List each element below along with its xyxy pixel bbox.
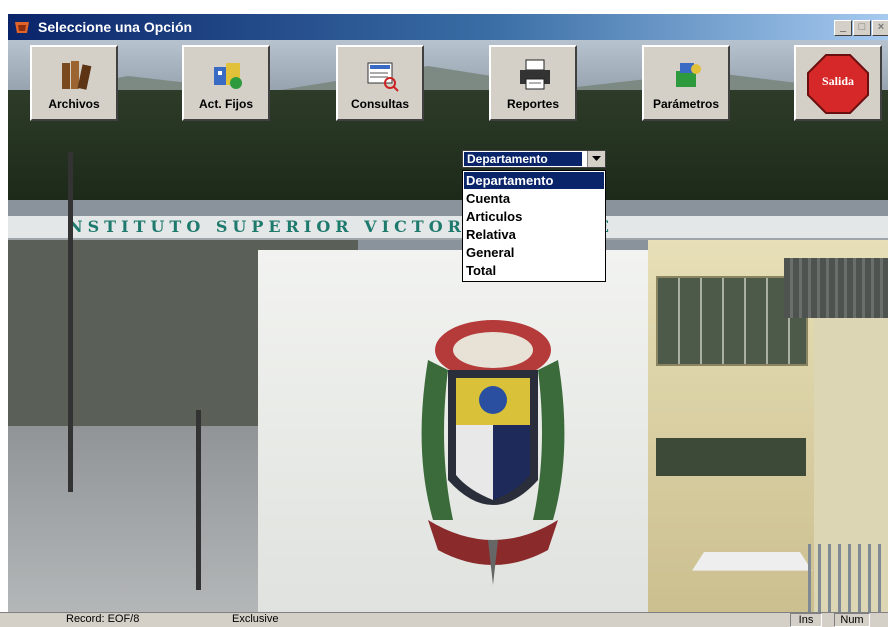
option-total[interactable]: Total [464, 262, 604, 279]
consultas-label: Consultas [350, 97, 409, 111]
main-window: Seleccione una Opción _ □ × NSTITUTO SUP… [8, 14, 888, 614]
parametros-label: Parámetros [652, 97, 720, 111]
record-status: Record: EOF/8 [66, 613, 140, 625]
option-cuenta[interactable]: Cuenta [464, 190, 604, 207]
school-banner: NSTITUTO SUPERIOR VICTORIA VA LIVE [8, 216, 888, 240]
status-bar: Record: EOF/8 Exclusive Ins Num [0, 612, 888, 627]
report-type-select[interactable]: Departamento [462, 150, 606, 168]
parameters-icon [676, 63, 701, 87]
background-photo: NSTITUTO SUPERIOR VICTORIA VA LIVE [8, 40, 888, 614]
archivos-label: Archivos [48, 97, 100, 111]
reportes-button[interactable]: Reportes [489, 45, 577, 121]
assets-icon [214, 63, 242, 89]
trees [8, 90, 888, 200]
parametros-button[interactable]: Parámetros [642, 45, 730, 121]
maximize-button[interactable]: □ [853, 20, 871, 36]
chevron-down-icon [592, 156, 601, 161]
num-indicator: Num [834, 613, 870, 627]
books-icon [62, 61, 92, 90]
fence [808, 544, 888, 614]
act-fijos-button[interactable]: Act. Fijos [182, 45, 270, 121]
report-type-dropdown: Departamento Cuenta Articulos Relativa G… [462, 170, 606, 282]
basketball-pole [196, 410, 201, 590]
option-relativa[interactable]: Relativa [464, 226, 604, 243]
reportes-label: Reportes [506, 97, 559, 111]
act-fijos-label: Act. Fijos [198, 97, 253, 111]
dropdown-arrow-button[interactable] [587, 151, 605, 167]
building-window-strip [656, 438, 806, 476]
roof [784, 258, 888, 318]
light-pole [68, 152, 73, 492]
consultas-button[interactable]: Consultas [336, 45, 424, 121]
option-general[interactable]: General [464, 244, 604, 261]
printer-icon [520, 59, 550, 90]
app-icon [14, 19, 30, 38]
archivos-button[interactable]: Archivos [30, 45, 118, 121]
school-emblem-icon [421, 320, 565, 585]
salida-label: Salida [821, 74, 854, 88]
mode-status: Exclusive [232, 613, 279, 625]
salida-button[interactable]: Salida [794, 45, 882, 121]
option-articulos[interactable]: Articulos [464, 208, 604, 225]
minimize-button[interactable]: _ [834, 20, 852, 36]
window-title: Seleccione una Opción [38, 19, 193, 35]
option-departamento[interactable]: Departamento [464, 172, 604, 189]
ins-indicator: Ins [790, 613, 822, 627]
title-bar: Seleccione una Opción _ □ × [8, 14, 888, 40]
report-type-value: Departamento [464, 152, 582, 166]
query-icon [367, 62, 399, 92]
close-button[interactable]: × [872, 20, 888, 36]
